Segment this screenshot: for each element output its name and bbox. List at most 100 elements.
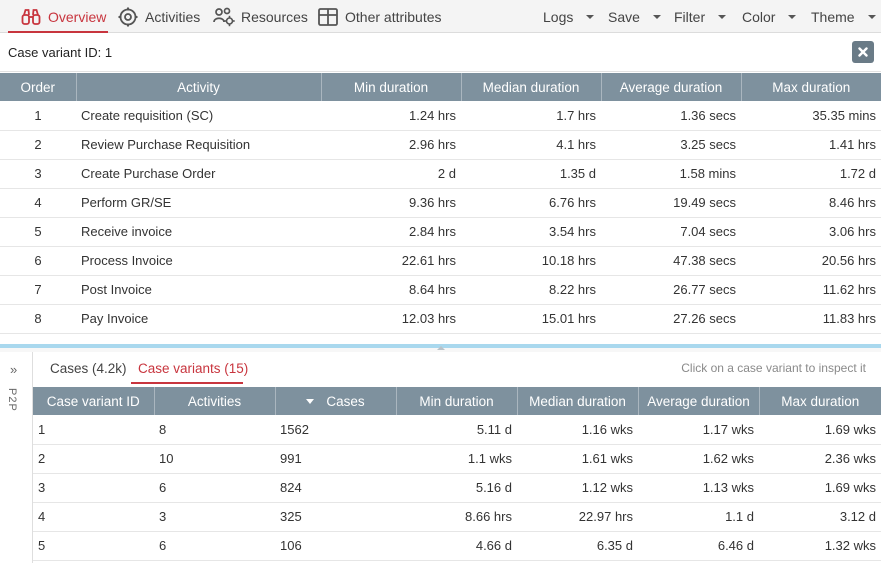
users-settings-icon [213,6,235,28]
table-row[interactable]: 3 6 824 5.16 d 1.12 wks 1.13 wks 1.69 wk… [33,473,881,503]
log-name-label[interactable]: P2P [6,388,18,412]
table-row[interactable]: 5 6 106 4.66 d 6.35 d 6.46 d 1.32 wks [33,531,881,561]
caret-down-icon [788,15,797,19]
nav-other-attributes[interactable]: Other attributes [317,0,442,33]
max-duration-cell: 3.12 d [759,502,881,532]
order-cell: 3 [0,159,76,189]
case-variant-id-cell: 3 [33,473,154,503]
median-duration-cell: 6.35 d [517,531,638,561]
column-header-min-duration[interactable]: Min duration [321,73,462,101]
nav-activities[interactable]: Activities [117,0,200,33]
splitter-grip-icon[interactable] [437,346,445,350]
table-row[interactable]: 1 8 1562 5.11 d 1.16 wks 1.17 wks 1.69 w… [33,415,881,445]
max-duration-cell: 3.06 hrs [741,217,881,247]
column-header-activities[interactable]: Activities [154,387,276,415]
activity-cell: Create Purchase Order [76,159,321,189]
median-duration-cell: 1.12 wks [517,473,638,503]
color-menu-label: Color [742,8,776,25]
case-variant-id-cell: 1 [33,415,154,445]
side-rail [0,352,33,563]
order-cell: 2 [0,130,76,160]
activity-cell: Pay Invoice [76,304,321,334]
min-duration-cell: 1.24 hrs [321,101,461,131]
column-header-max-duration[interactable]: Max duration [741,73,881,101]
logs-menu-label: Logs [543,8,574,25]
column-header-min-duration[interactable]: Min duration [396,387,518,415]
min-duration-cell: 9.36 hrs [321,188,461,218]
inspect-hint: Click on a case variant to inspect it [681,361,866,375]
column-header-max-duration[interactable]: Max duration [759,387,881,415]
caret-down-icon [586,15,595,19]
caret-down-icon [718,15,727,19]
tab-cases[interactable]: Cases (4.2k) [50,352,127,385]
min-duration-cell: 5.16 d [396,473,517,503]
table-row[interactable]: 3 Create Purchase Order 2 d 1.35 d 1.58 … [0,159,881,189]
max-duration-cell: 11.62 hrs [741,275,881,305]
min-duration-cell: 22.61 hrs [321,246,461,276]
table-row[interactable]: 4 3 325 8.66 hrs 22.97 hrs 1.1 d 3.12 d [33,502,881,532]
min-duration-cell: 4.66 d [396,531,517,561]
case-variants-table: Case variant ID Activities Cases Min dur… [33,387,881,561]
activities-cell: 10 [154,444,275,474]
column-header-cases-label: Cases [326,393,365,409]
case-variant-header: Case variant ID: 1 [0,33,881,72]
max-duration-cell: 1.41 hrs [741,130,881,160]
max-duration-cell: 1.69 wks [759,415,881,445]
average-duration-cell: 7.04 secs [601,217,741,247]
nav-overview[interactable]: Overview [20,0,106,33]
case-variant-id-cell: 2 [33,444,154,474]
tab-case-variants[interactable]: Case variants (15) [138,352,248,385]
column-header-cases[interactable]: Cases [275,387,397,415]
gear-cycle-icon [117,6,139,28]
median-duration-cell: 3.54 hrs [461,217,601,247]
median-duration-cell: 6.76 hrs [461,188,601,218]
max-duration-cell: 35.35 mins [741,101,881,131]
min-duration-cell: 2.84 hrs [321,217,461,247]
case-variant-id-cell: 4 [33,502,154,532]
table-row[interactable]: 1 Create requisition (SC) 1.24 hrs 1.7 h… [0,101,881,131]
double-chevron-right-icon[interactable]: » [10,362,17,377]
table-row[interactable]: 6 Process Invoice 22.61 hrs 10.18 hrs 47… [0,246,881,276]
color-menu[interactable]: Color [742,0,797,33]
table-row[interactable]: 5 Receive invoice 2.84 hrs 3.54 hrs 7.04… [0,217,881,247]
column-header-median-duration[interactable]: Median duration [461,73,602,101]
activities-cell: 6 [154,473,275,503]
table-grid-icon [317,6,339,28]
theme-menu-label: Theme [811,8,855,25]
order-cell: 1 [0,101,76,131]
order-cell: 8 [0,304,76,334]
activity-cell: Receive invoice [76,217,321,247]
average-duration-cell: 1.13 wks [638,473,759,503]
average-duration-cell: 47.38 secs [601,246,741,276]
activity-cell: Create requisition (SC) [76,101,321,131]
median-duration-cell: 15.01 hrs [461,304,601,334]
save-menu[interactable]: Save [608,0,661,33]
column-header-average-duration[interactable]: Average duration [601,73,742,101]
table-row[interactable]: 7 Post Invoice 8.64 hrs 8.22 hrs 26.77 s… [0,275,881,305]
top-navigation-bar: Overview Activities Resources Other attr… [0,0,881,33]
average-duration-cell: 26.77 secs [601,275,741,305]
table-row[interactable]: 8 Pay Invoice 12.03 hrs 15.01 hrs 27.26 … [0,304,881,334]
table-header-row: Case variant ID Activities Cases Min dur… [33,387,881,415]
activity-cell: Perform GR/SE [76,188,321,218]
order-cell: 7 [0,275,76,305]
column-header-average-duration[interactable]: Average duration [638,387,760,415]
table-row[interactable]: 2 Review Purchase Requisition 2.96 hrs 4… [0,130,881,160]
column-header-case-variant-id[interactable]: Case variant ID [33,387,155,415]
activity-table: Order Activity Min duration Median durat… [0,73,881,334]
table-row[interactable]: 4 Perform GR/SE 9.36 hrs 6.76 hrs 19.49 … [0,188,881,218]
logs-menu[interactable]: Logs [543,0,595,33]
nav-resources[interactable]: Resources [213,0,308,33]
average-duration-cell: 27.26 secs [601,304,741,334]
filter-menu[interactable]: Filter [674,0,727,33]
theme-menu[interactable]: Theme [811,0,876,33]
activities-cell: 3 [154,502,275,532]
average-duration-cell: 1.62 wks [638,444,759,474]
close-button[interactable] [852,41,874,63]
column-header-order[interactable]: Order [0,73,77,101]
min-duration-cell: 8.66 hrs [396,502,517,532]
column-header-activity[interactable]: Activity [76,73,322,101]
max-duration-cell: 1.72 d [741,159,881,189]
column-header-median-duration[interactable]: Median duration [517,387,639,415]
table-row[interactable]: 2 10 991 1.1 wks 1.61 wks 1.62 wks 2.36 … [33,444,881,474]
